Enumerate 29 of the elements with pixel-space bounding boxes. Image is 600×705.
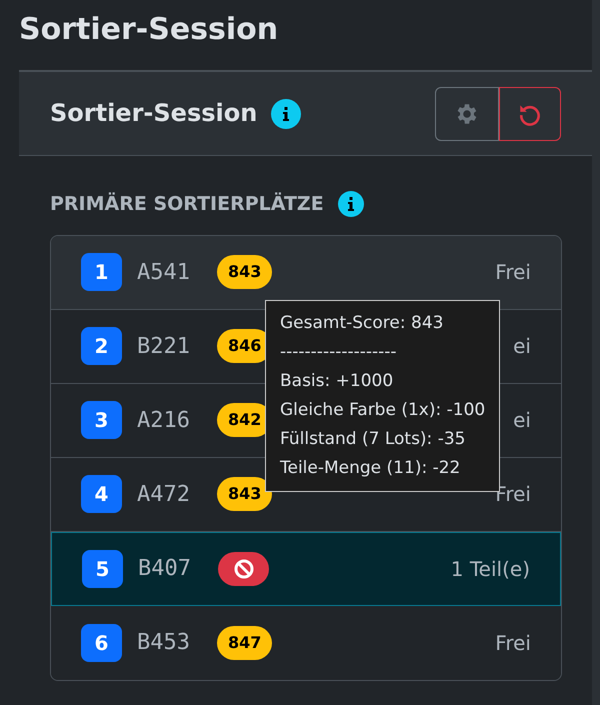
- slot-status: ei: [513, 333, 531, 360]
- score-badge: 843: [217, 477, 272, 511]
- slot-code: A472: [137, 480, 191, 508]
- slot-code: B221: [137, 332, 191, 360]
- tooltip-line: -------------------: [280, 341, 398, 364]
- tooltip-line: Gleiche Farbe (1x): -100: [280, 399, 486, 422]
- slot-code: B453: [137, 629, 191, 657]
- slot-status: Frei: [495, 259, 531, 286]
- card-title: Sortier-Session: [50, 99, 258, 128]
- section-label: PRIMÄRE SORTIERPLÄTZE: [50, 191, 324, 217]
- slot-code: A216: [137, 406, 191, 434]
- page-title: Sortier-Session: [19, 12, 280, 48]
- slot-code: A541: [137, 258, 191, 286]
- score-badge: 843: [217, 255, 272, 289]
- slot-number: 2: [81, 327, 122, 365]
- slot-status: 1 Teil(e): [450, 556, 530, 582]
- slot-status: Frei: [495, 630, 531, 656]
- tooltip-line: Teile-Menge (11): -22: [280, 457, 462, 480]
- tooltip-line: Basis: +1000: [280, 370, 394, 393]
- slot-number: 1: [81, 253, 122, 291]
- score-badge: 847: [217, 626, 272, 660]
- tooltip-line: Füllstand (7 Lots): -35: [280, 428, 466, 451]
- slot-code: B407: [138, 555, 192, 583]
- slot-number: 6: [81, 624, 122, 662]
- slot-number: 4: [81, 475, 122, 513]
- slot-number: 3: [81, 401, 122, 439]
- slot-number: 5: [82, 550, 123, 588]
- slot-status: ei: [513, 407, 531, 434]
- tooltip-line: Gesamt-Score: 843: [280, 312, 444, 335]
